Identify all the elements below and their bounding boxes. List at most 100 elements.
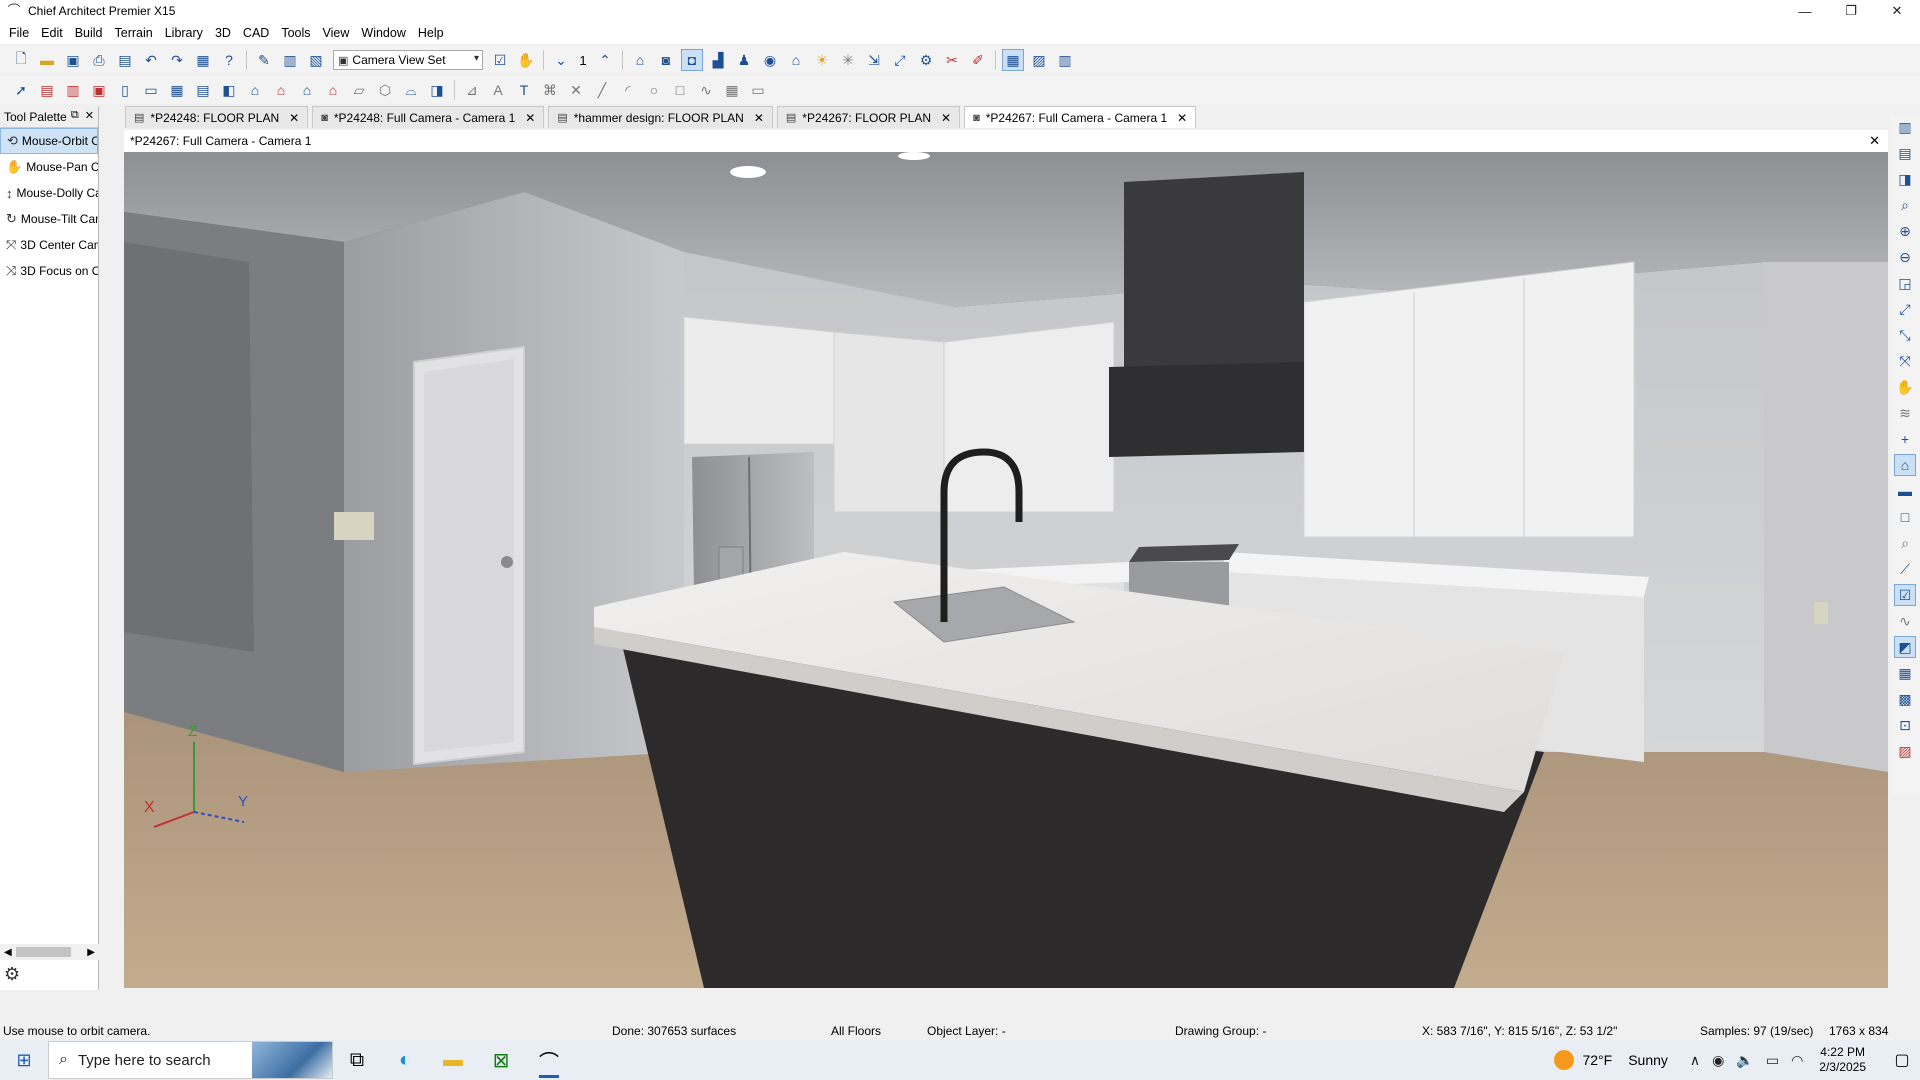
record-icon[interactable]: ◉ [1712, 1052, 1724, 1069]
line-icon[interactable]: ╱ [591, 79, 613, 101]
wifi-icon[interactable]: ◠ [1791, 1052, 1803, 1069]
floor-down-icon[interactable]: ⌄ [550, 49, 572, 71]
menu-terrain[interactable]: Terrain [109, 22, 159, 44]
camera-icon[interactable]: ◙ [655, 49, 677, 71]
notification-icon[interactable]: ▢ [1884, 1040, 1920, 1080]
tab-p24267-floor-plan[interactable]: ▤ *P24267: FLOOR PLAN ✕ [776, 106, 961, 128]
rectangle-icon[interactable]: □ [669, 79, 691, 101]
volume-icon[interactable]: 🔈 [1736, 1052, 1753, 1069]
menu-3d[interactable]: 3D [209, 22, 237, 44]
tab-close-icon[interactable]: ✕ [941, 111, 951, 125]
cad-detail-icon[interactable]: ▭ [747, 79, 769, 101]
network-icon[interactable]: ▭ [1766, 1052, 1779, 1069]
redo-icon[interactable]: ↷ [166, 49, 188, 71]
print-preview-icon[interactable]: ▤ [114, 49, 136, 71]
camera-viewport[interactable]: Z X Y [124, 152, 1888, 988]
material-painter-icon[interactable]: ✂ [941, 49, 963, 71]
door-icon[interactable]: ▯ [114, 79, 136, 101]
library-browser-icon[interactable]: ▥ [1894, 116, 1916, 138]
circle-icon[interactable]: ○ [643, 79, 665, 101]
callout-icon[interactable]: ⌘ [539, 79, 561, 101]
dimension-icon[interactable]: ⊿ [461, 79, 483, 101]
palette-item-mouse-dolly[interactable]: ↕ Mouse-Dolly Camera [0, 180, 98, 206]
elevation-icon[interactable]: ▟ [707, 49, 729, 71]
camera-view-set-select[interactable]: ▣ Camera View Set ▾ [333, 50, 483, 70]
transform-icon[interactable]: ⊡ [1894, 714, 1916, 736]
floor-up-icon[interactable]: ⌃ [594, 49, 616, 71]
text-arrow-icon[interactable]: A [487, 79, 509, 101]
stairs-icon[interactable]: ▤ [192, 79, 214, 101]
undo-zoom-icon[interactable]: ⤧ [1894, 350, 1916, 372]
scroll-right-icon[interactable]: ▶ [87, 947, 95, 958]
float-icon[interactable]: ⧉ [71, 109, 79, 122]
dormer-icon[interactable]: ⌂ [296, 79, 318, 101]
tab-p24248-full-camera[interactable]: ◙ *P24248: Full Camera - Camera 1 ✕ [312, 106, 545, 128]
menu-library[interactable]: Library [159, 22, 209, 44]
edit-icon[interactable]: ✎ [253, 49, 275, 71]
object-snaps-icon[interactable]: ⌂ [1894, 454, 1916, 476]
weather-widget[interactable]: 72°F Sunny [1554, 1050, 1668, 1070]
taskbar-clock[interactable]: 4:22 PM 2/3/2025 [1819, 1045, 1866, 1075]
magnify-icon[interactable]: ⌕ [1894, 194, 1916, 216]
scroll-thumb[interactable] [15, 947, 71, 957]
scroll-left-icon[interactable]: ◀ [4, 947, 12, 958]
active-view-icon[interactable]: ▦ [1002, 49, 1024, 71]
menu-window[interactable]: Window [355, 22, 411, 44]
taskbar-search[interactable]: ⌕ Type here to search [48, 1041, 333, 1079]
palette-item-3d-center[interactable]: ⤧ 3D Center Camera [0, 232, 98, 258]
menu-file[interactable]: File [3, 22, 35, 44]
close-icon[interactable]: ✕ [85, 109, 94, 122]
print-icon[interactable]: ⎙ [88, 49, 110, 71]
hatch-icon[interactable]: ▨ [1894, 740, 1916, 762]
house-view-icon[interactable]: ⌂ [785, 49, 807, 71]
light-icon[interactable]: ☀ [811, 49, 833, 71]
zoom-window-icon[interactable]: ◲ [1894, 272, 1916, 294]
room-icon[interactable]: ◧ [218, 79, 240, 101]
palette-item-mouse-pan[interactable]: ✋ Mouse-Pan Camera [0, 154, 98, 180]
pan-window-icon[interactable]: ✋ [1894, 376, 1916, 398]
window-icon[interactable]: ▭ [140, 79, 162, 101]
palette-item-mouse-orbit[interactable]: ⟲ Mouse-Orbit Camera [0, 128, 98, 154]
zoom-in-icon[interactable]: ⊕ [1894, 220, 1916, 242]
angle-snaps-icon[interactable]: ▬ [1894, 480, 1916, 502]
railing-icon[interactable]: ▥ [62, 79, 84, 101]
tab-close-icon[interactable]: ✕ [754, 111, 764, 125]
menu-help[interactable]: Help [412, 22, 450, 44]
tile-icon[interactable]: ▨ [1028, 49, 1050, 71]
windows-start-icon[interactable]: ⊞ [0, 1040, 48, 1080]
tab-p24267-full-camera[interactable]: ◙ *P24267: Full Camera - Camera 1 ✕ [964, 106, 1197, 128]
sun-angle-icon[interactable]: ✳ [837, 49, 859, 71]
export-icon[interactable]: ⇲ [863, 49, 885, 71]
arc-icon[interactable]: ◜ [617, 79, 639, 101]
grid-icon[interactable]: ▦ [1894, 662, 1916, 684]
crosshair-icon[interactable]: + [1894, 428, 1916, 450]
library-icon[interactable]: ◨ [426, 79, 448, 101]
camera-list-icon[interactable]: ▧ [305, 49, 327, 71]
wall-icon[interactable]: ▤ [36, 79, 58, 101]
palette-item-3d-focus[interactable]: ⤨ 3D Focus on Object [0, 258, 98, 284]
framing-icon[interactable]: ⌂ [322, 79, 344, 101]
ceiling-icon[interactable]: ⌓ [400, 79, 422, 101]
reference-grid-icon[interactable]: ▩ [1894, 688, 1916, 710]
grid-snaps-icon[interactable]: □ [1894, 506, 1916, 528]
spline-icon[interactable]: ∿ [695, 79, 717, 101]
new-file-icon[interactable]: 🗋 [10, 49, 32, 71]
restore-button[interactable]: ❐ [1828, 0, 1874, 22]
close-button[interactable]: ✕ [1874, 0, 1920, 22]
view-icon[interactable]: ▥ [279, 49, 301, 71]
ruler-icon[interactable]: ⟋ [1894, 558, 1916, 580]
cursor-snap-icon[interactable]: ◩ [1894, 636, 1916, 658]
gear-icon[interactable]: ⚙ [4, 964, 20, 985]
select-arrow-icon[interactable]: ➚ [10, 79, 32, 101]
roof-icon[interactable]: ⌂ [244, 79, 266, 101]
task-view-icon[interactable]: ⧉ [333, 1040, 381, 1080]
tab-p24248-floor-plan[interactable]: ▤ *P24248: FLOOR PLAN ✕ [125, 106, 309, 128]
menu-edit[interactable]: Edit [35, 22, 69, 44]
walkthrough-icon[interactable]: ♟ [733, 49, 755, 71]
undo-icon[interactable]: ↶ [140, 49, 162, 71]
materials-icon[interactable]: ⚙ [915, 49, 937, 71]
menu-cad[interactable]: CAD [237, 22, 275, 44]
cabinet-icon[interactable]: ▣ [88, 79, 110, 101]
save-icon[interactable]: ▣ [62, 49, 84, 71]
help-icon[interactable]: ? [218, 49, 240, 71]
